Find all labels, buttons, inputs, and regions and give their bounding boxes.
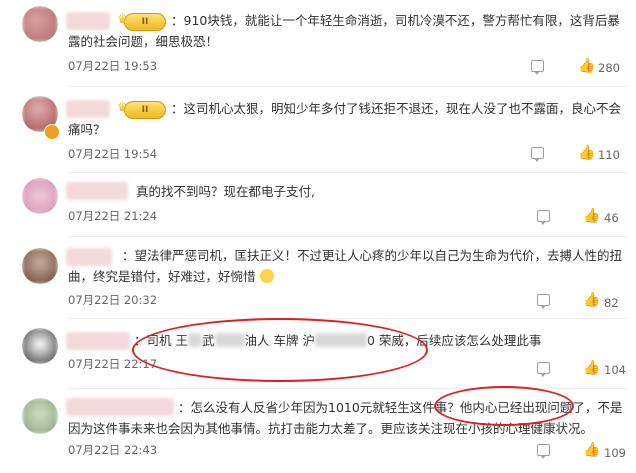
divider bbox=[68, 236, 628, 237]
comment-time: 07月22日 21:24 bbox=[68, 209, 158, 223]
like-count: 280 bbox=[598, 61, 620, 75]
reply-icon[interactable] bbox=[531, 60, 544, 75]
avatar[interactable] bbox=[22, 6, 58, 42]
crying-emoji-icon bbox=[259, 269, 274, 283]
like-count: 109 bbox=[604, 446, 626, 460]
avatar[interactable] bbox=[22, 328, 58, 364]
like-icon[interactable]: 👍 bbox=[578, 146, 595, 160]
like-count: 82 bbox=[604, 296, 619, 310]
comment-time: 07月22日 22:17 bbox=[68, 357, 158, 371]
like-icon[interactable]: 👍 bbox=[578, 59, 595, 73]
like-icon[interactable]: 👍 bbox=[583, 293, 600, 307]
verified-badge-icon bbox=[44, 124, 60, 140]
highlighted-phrase: 他内心已经出现问题了 bbox=[459, 400, 585, 415]
username-blurred[interactable] bbox=[66, 182, 128, 200]
comment-text: ：这司机心太狠，明知少年多付了钱还拒不退还，现在人没了也不露面，良心不会痛吗？ bbox=[68, 101, 622, 137]
like-count: 104 bbox=[604, 363, 626, 377]
like-icon[interactable]: 👍 bbox=[583, 209, 600, 223]
reply-icon[interactable] bbox=[537, 294, 550, 309]
avatar[interactable] bbox=[22, 398, 58, 434]
avatar[interactable] bbox=[22, 178, 58, 214]
comment-text: ：怎么没有人反省少年因为1010元就轻生这件事？他内心已经出现问题了，不是因为这… bbox=[68, 400, 623, 436]
comment-text: ：司机 王武油人 车牌 沪0 荣威，后续应该怎么处理此事 bbox=[134, 333, 542, 348]
divider bbox=[68, 388, 628, 389]
divider bbox=[68, 86, 628, 87]
comment-time: 07月22日 19:53 bbox=[68, 59, 158, 73]
avatar[interactable] bbox=[22, 248, 58, 284]
reply-icon[interactable] bbox=[531, 147, 544, 162]
like-count: 110 bbox=[598, 148, 620, 162]
like-count: 46 bbox=[604, 211, 619, 225]
comment-text: ：望法律严惩司机，匡扶正义！不过更让人心疼的少年以自己为生命为代价，去搏人性的扭… bbox=[68, 248, 623, 284]
comment-time: 07月22日 20:32 bbox=[68, 293, 158, 307]
comment-time: 07月22日 19:54 bbox=[68, 147, 158, 161]
comment-time: 07月22日 22:43 bbox=[68, 443, 158, 457]
divider bbox=[68, 172, 628, 173]
username-blurred[interactable] bbox=[66, 332, 130, 350]
redacted-blur bbox=[214, 333, 245, 347]
like-icon[interactable]: 👍 bbox=[583, 361, 600, 375]
divider bbox=[68, 318, 628, 319]
redacted-blur bbox=[187, 333, 202, 347]
comment-text: 真的找不到吗？现在都电子支付, bbox=[136, 184, 315, 199]
like-icon[interactable]: 👍 bbox=[583, 443, 600, 457]
reply-icon[interactable] bbox=[537, 362, 550, 377]
comment-text: ：910块钱，就能让一个年轻生命消逝，司机冷漠不还，警方帮忙有限，这背后暴露的社… bbox=[68, 13, 620, 49]
redacted-blur bbox=[314, 333, 367, 347]
reply-icon[interactable] bbox=[537, 444, 550, 459]
reply-icon[interactable] bbox=[537, 210, 550, 225]
